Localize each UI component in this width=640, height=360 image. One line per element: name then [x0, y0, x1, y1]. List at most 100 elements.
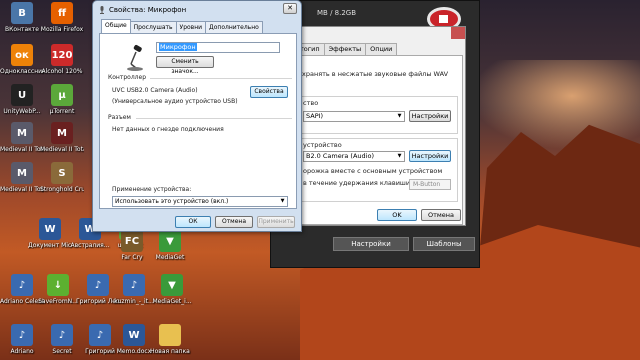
device-group: ство SAPI) ▼ Настройки — [298, 96, 458, 134]
second-device-settings-button[interactable]: Настройки — [409, 150, 451, 162]
desktop-icon-label: SaveFromN... — [38, 298, 78, 305]
controller-name: UVC USB2.0 Camera (Audio) — [112, 87, 198, 94]
device-select-value: SAPI) — [306, 112, 324, 120]
desktop-icon[interactable]: W Документ Microsoft... — [28, 218, 72, 249]
unity-icon: U — [11, 84, 33, 106]
save-wav-text: хранять в несжатые звуковые файлы WAV — [302, 70, 449, 78]
microphone-device-icon — [127, 45, 143, 71]
properties-tabs: Общие Прослушать Уровни Дополнительно — [101, 19, 263, 33]
desktop-icon-label: µTorrent — [49, 108, 75, 115]
document-icon: W — [123, 324, 145, 346]
desktop-icon-label: Документ Microsoft... — [28, 242, 72, 249]
controller-description: (Универсальное аудио устройство USB) — [112, 98, 238, 105]
cancel-button[interactable]: Отмена — [215, 216, 253, 228]
tab-listen[interactable]: Прослушать — [129, 21, 177, 33]
divider — [136, 118, 292, 119]
desktop-icon[interactable]: ▼ MediaGet — [148, 230, 192, 261]
firefox-icon: ff — [51, 2, 73, 24]
tab-advanced[interactable]: Дополнительно — [205, 21, 263, 33]
tab-general[interactable]: Общие — [101, 19, 131, 33]
controller-heading: Контроллер — [108, 74, 146, 81]
desktop-icon-label: MediaGet_i... — [152, 298, 192, 305]
second-device-select-value: B2.0 Camera (Audio) — [306, 152, 374, 160]
desktop-icon-label: UnityWebP... — [3, 108, 41, 115]
desktop-icon-label: Новая папка — [150, 348, 190, 355]
divider — [150, 78, 292, 79]
chevron-down-icon: ▼ — [397, 113, 402, 119]
desktop-icon[interactable]: ↓ SaveFromN... — [36, 274, 80, 305]
recorder-settings-dialog: отогип Эффекты Опции хранять в несжатые … — [290, 26, 466, 226]
device-name-input[interactable]: Микрофон — [156, 42, 280, 53]
device-settings-button[interactable]: Настройки — [409, 110, 451, 122]
vk-icon: В — [11, 2, 33, 24]
mp3-icon: ♪ — [87, 274, 109, 296]
desktop-icon[interactable]: µ µTorrent — [40, 84, 84, 115]
desktop-icon-label: Alcohol 120% — [41, 68, 83, 75]
desktop-icon-label: Mozilla Firefox — [40, 26, 84, 33]
templates-button[interactable]: Шаблоны — [413, 237, 475, 251]
device-usage-select[interactable]: Использовать это устройство (вкл.) ▼ — [112, 196, 288, 207]
desktop-icon[interactable]: Новая папка — [148, 324, 192, 355]
utorrent-icon: µ — [51, 84, 73, 106]
close-icon[interactable] — [451, 27, 465, 39]
tab-effects[interactable]: Эффекты — [323, 43, 367, 55]
mp3-icon: ♪ — [89, 324, 111, 346]
savefrom-icon: ↓ — [47, 274, 69, 296]
mp3-icon: ♪ — [11, 324, 33, 346]
ok-button[interactable]: OK — [377, 209, 417, 221]
desktop-icon[interactable]: В ВКонтакте — [0, 2, 44, 33]
second-device-group: устройство B2.0 Camera (Audio) ▼ Настрой… — [298, 138, 458, 202]
mp3-icon: ♪ — [51, 324, 73, 346]
hold-key-field[interactable]: M-Button — [409, 179, 451, 190]
chevron-down-icon: ▼ — [397, 153, 402, 159]
desktop-icon[interactable]: M Medieval II Total War... — [0, 122, 44, 153]
device-name-value: Микрофон — [159, 43, 197, 51]
desktop-icon[interactable]: ▼ MediaGet_i... — [150, 274, 194, 305]
desktop-icon-label: MediaGet — [155, 254, 185, 261]
desktop-icon-label: Австралия... — [70, 242, 110, 249]
device-select[interactable]: SAPI) ▼ — [303, 111, 405, 122]
desktop-icon[interactable]: ок Одноклассники — [0, 44, 44, 75]
second-device-select[interactable]: B2.0 Camera (Audio) ▼ — [303, 151, 405, 162]
desktop-icon-label: Medieval II Total War... — [0, 146, 44, 153]
general-tab-panel: Микрофон Сменить значок... Контроллер UV… — [99, 33, 297, 209]
mp3-icon: ♪ — [11, 274, 33, 296]
folder-icon — [159, 324, 181, 346]
cancel-button[interactable]: Отмена — [421, 209, 461, 221]
desktop-icon[interactable]: ff Mozilla Firefox — [40, 2, 84, 33]
apply-button[interactable]: Применить — [257, 216, 295, 228]
mediaget-icon: ▼ — [161, 274, 183, 296]
controller-properties-button[interactable]: Свойства — [250, 86, 288, 98]
jack-heading: Разъем — [108, 114, 131, 121]
settings-button[interactable]: Настройки — [333, 237, 409, 251]
desktop-icon-label: Одноклассники — [0, 68, 44, 75]
desktop-icon-label: Adriano — [10, 348, 34, 355]
desktop-icon[interactable]: U UnityWebP... — [0, 84, 44, 115]
desktop-icon[interactable]: ♪ Adriano — [0, 324, 44, 355]
desktop-icon[interactable]: S Stronghold Crusader — [40, 162, 84, 193]
desktop-icon-label: Medieval II Total War — [40, 146, 84, 153]
desktop-icon[interactable]: M Medieval II Total War — [40, 122, 84, 153]
desktop-icon[interactable]: M Medieval II Total War — [0, 162, 44, 193]
desktop-icon[interactable]: 120 Alcohol 120% — [40, 44, 84, 75]
mp3-icon: ♪ — [123, 274, 145, 296]
microphone-properties-dialog: Свойства: Микрофон ✕ Общие Прослушать Ур… — [92, 0, 302, 232]
track-text: орожка вместе с основным устройством — [303, 167, 443, 175]
alcohol-icon: 120 — [51, 44, 73, 66]
change-icon-button[interactable]: Сменить значок... — [156, 56, 214, 75]
mediaget-icon: ▼ — [159, 230, 181, 252]
recorder-panel: хранять в несжатые звуковые файлы WAV ст… — [293, 55, 463, 225]
jack-info-text: Нет данных о гнезде подключения — [112, 126, 224, 133]
tab-options[interactable]: Опции — [365, 43, 398, 55]
desktop-icon-label: Stronghold Crusader — [40, 186, 84, 193]
tab-levels[interactable]: Уровни — [175, 21, 207, 33]
recorder-tabs: отогип Эффекты Опции — [291, 43, 398, 55]
ok-button[interactable]: ОК — [175, 216, 211, 228]
device-usage-label: Применение устройства: — [112, 186, 192, 193]
device-label: ство — [303, 99, 319, 107]
close-button[interactable]: ✕ — [283, 3, 297, 14]
device-usage-value: Использовать это устройство (вкл.) — [115, 198, 229, 205]
medieval-icon: M — [51, 122, 73, 144]
second-device-label: устройство — [303, 141, 342, 149]
dialog-title: Свойства: Микрофон — [109, 6, 187, 14]
